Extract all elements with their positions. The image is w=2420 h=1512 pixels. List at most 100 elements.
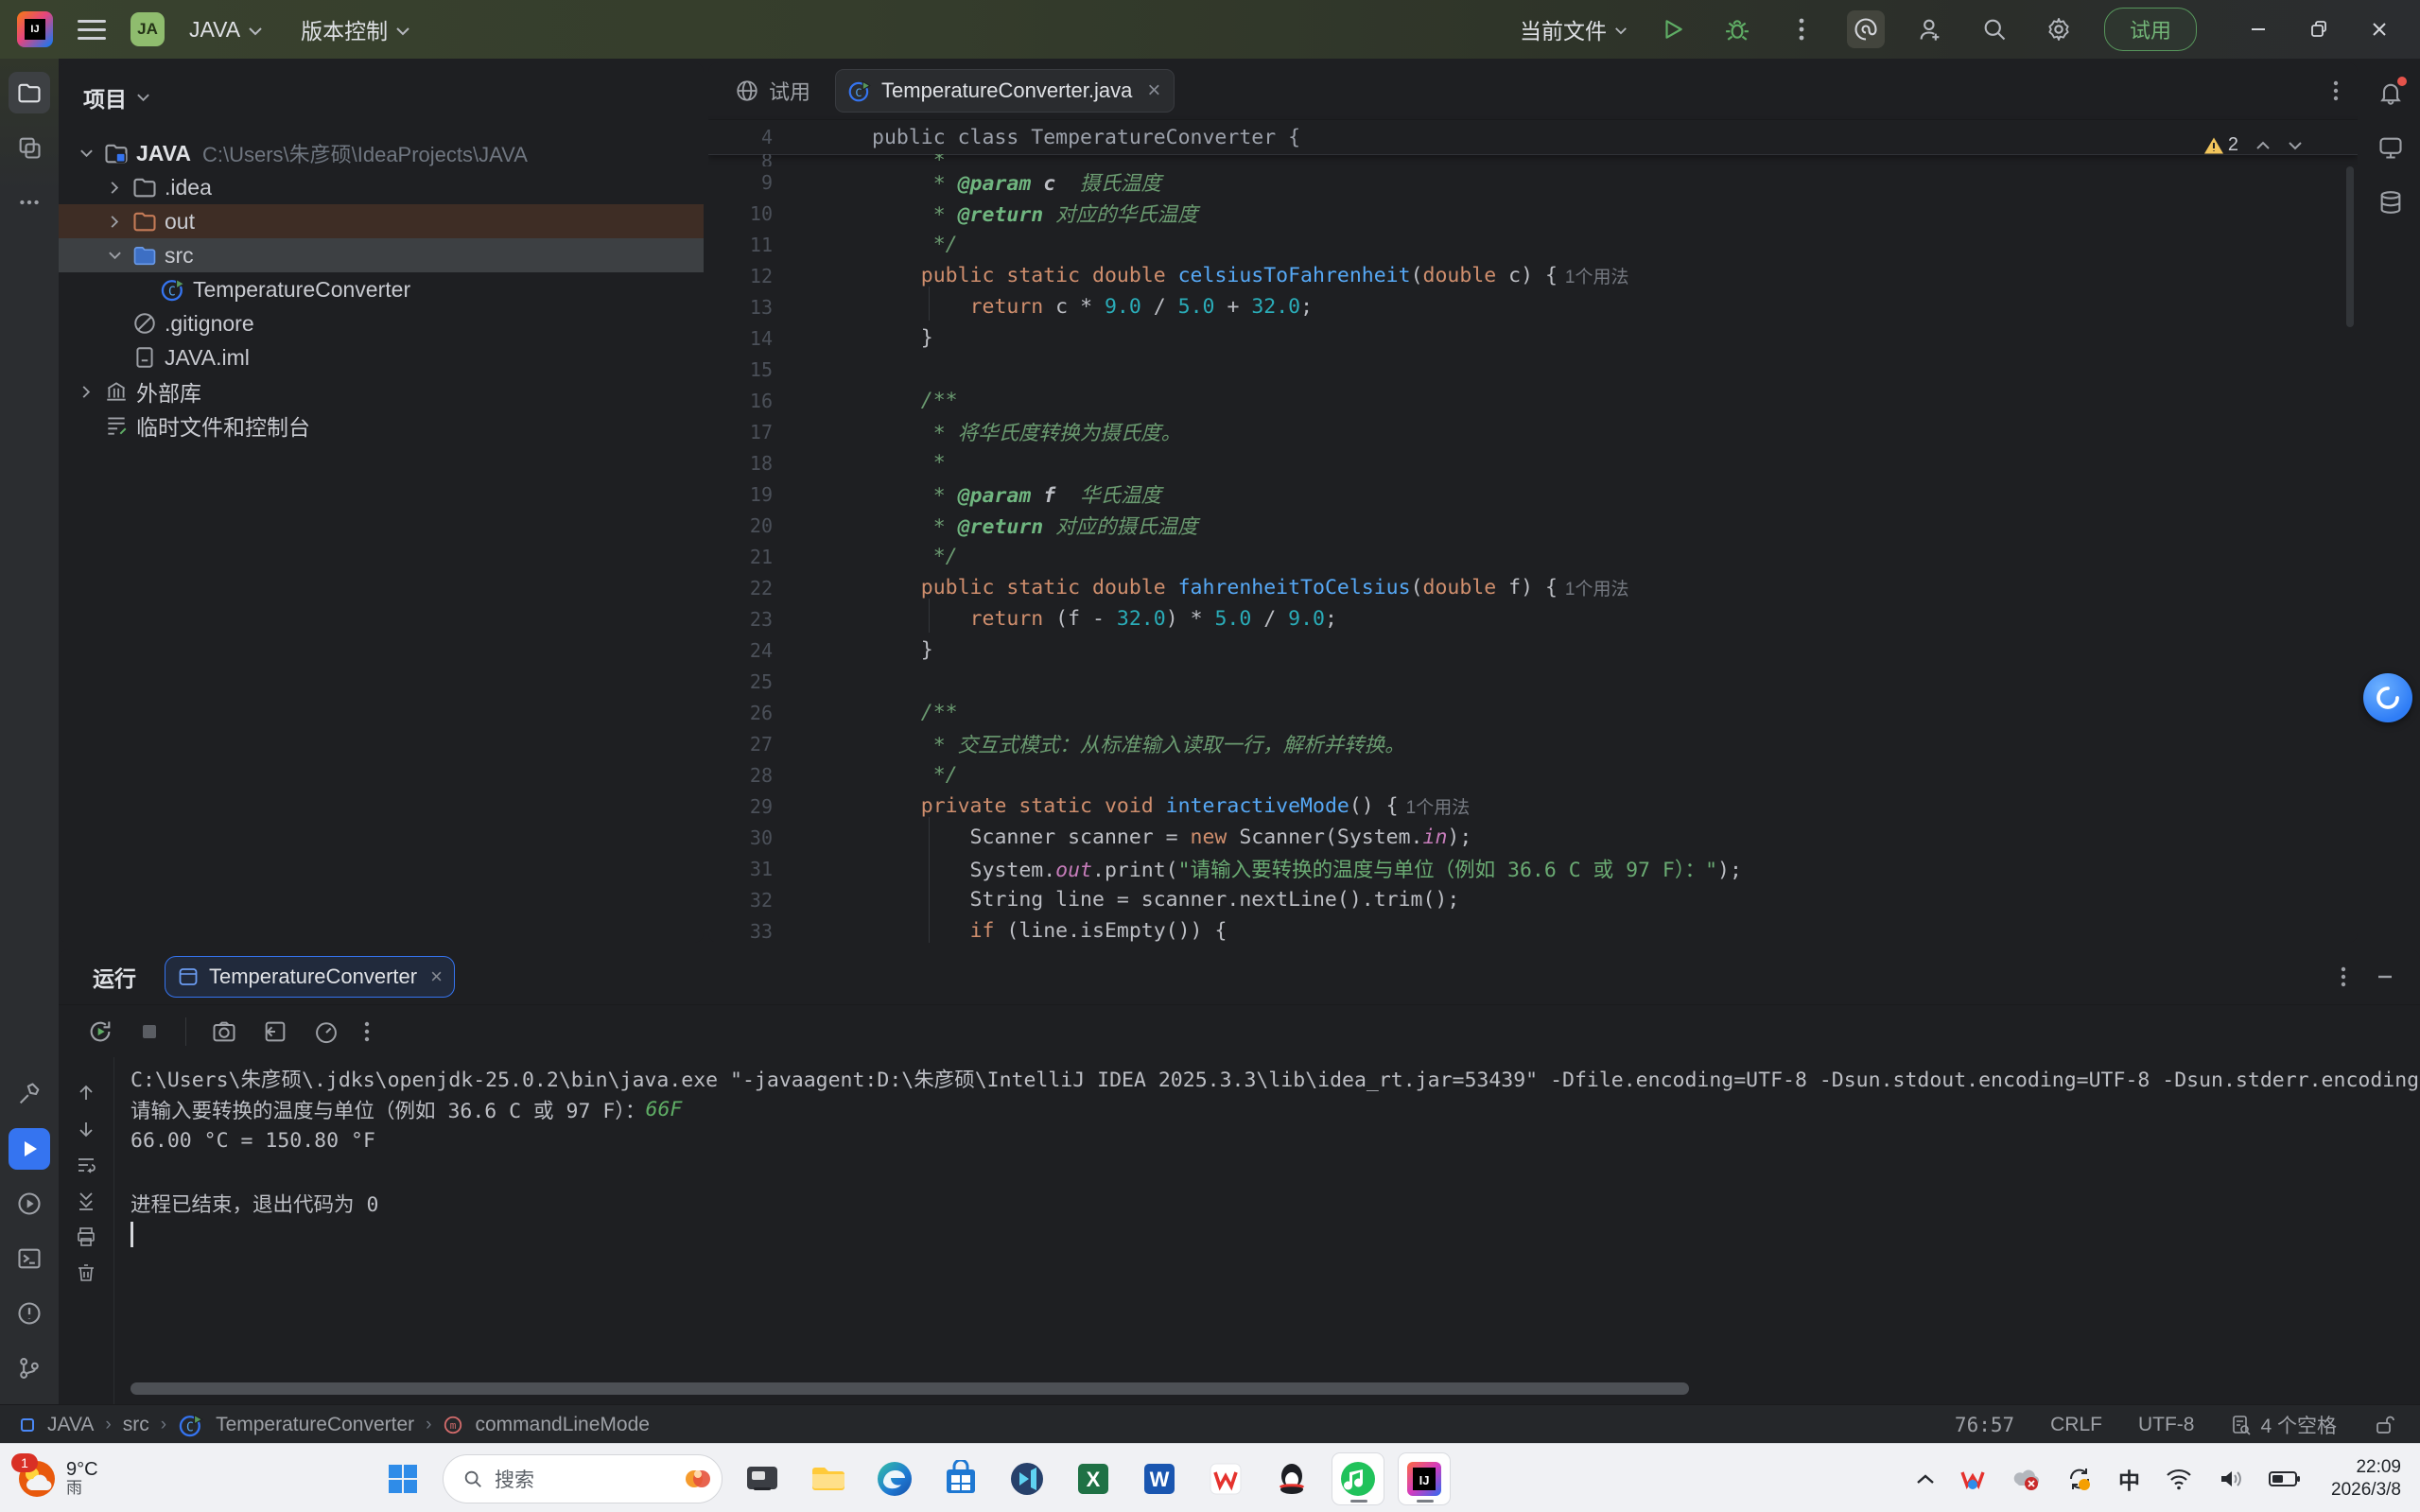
tree-item-java-iml[interactable]: JAVA.iml xyxy=(59,340,704,374)
start-button[interactable] xyxy=(376,1452,429,1505)
code-line[interactable]: 25 xyxy=(708,666,2358,697)
code-line[interactable]: 24 } xyxy=(708,634,2358,666)
tree-item-external-libs[interactable]: 外部库 xyxy=(59,374,704,408)
restore-layout-button[interactable] xyxy=(262,1018,288,1045)
taskbar-app-store[interactable] xyxy=(934,1452,987,1505)
taskbar-app-visual-studio[interactable] xyxy=(1001,1452,1053,1505)
console-output[interactable]: C:\Users\朱彦硕\.jdks\openjdk-25.0.2\bin\ja… xyxy=(131,1063,2420,1404)
taskbar-clock[interactable]: 22:09 2026/3/8 xyxy=(2325,1456,2401,1502)
tree-item-gitignore[interactable]: .gitignore xyxy=(59,306,704,340)
tray-cloud-error-icon[interactable] xyxy=(2011,1467,2041,1491)
profiler-gauge-button[interactable] xyxy=(313,1018,339,1045)
usage-hint[interactable]: 1个用法 xyxy=(1558,575,1629,600)
project-tool-button[interactable] xyxy=(9,72,50,113)
code-line[interactable]: 26 /** xyxy=(708,697,2358,728)
build-tool-button[interactable] xyxy=(9,1073,50,1115)
breadcrumb-item[interactable]: TemperatureConverter xyxy=(216,1414,414,1436)
add-user-button[interactable] xyxy=(1911,10,1949,48)
taskbar-app-qq[interactable] xyxy=(1265,1452,1318,1505)
run-button[interactable] xyxy=(1654,10,1692,48)
run-tab-temperatureconverter[interactable]: TemperatureConverter × xyxy=(165,956,455,998)
caret-position-widget[interactable]: 76:57 xyxy=(1955,1414,2014,1436)
editor-tab-temperatureconverter[interactable]: C TemperatureConverter.java × xyxy=(835,69,1175,113)
code-line[interactable]: 8 * xyxy=(708,154,2358,166)
taskbar-app-edge[interactable] xyxy=(868,1452,921,1505)
version-control-tool-button[interactable] xyxy=(9,1347,50,1389)
editor-options-kebab[interactable] xyxy=(2333,79,2358,102)
print-button[interactable] xyxy=(75,1225,97,1248)
code-line[interactable]: 14 } xyxy=(708,322,2358,354)
usage-hint[interactable]: 1个用法 xyxy=(1399,793,1471,819)
tab-close-icon[interactable]: × xyxy=(1141,78,1160,104)
clear-console-button[interactable] xyxy=(75,1261,97,1284)
code-editor-area[interactable]: 8 *9 * @param c 摄氏温度10 * @return 对应的华氏温度… xyxy=(708,154,2358,943)
search-everywhere-button[interactable] xyxy=(1976,10,2013,48)
screenshot-button[interactable] xyxy=(211,1018,237,1045)
line-ending-widget[interactable]: CRLF xyxy=(2050,1414,2102,1436)
services-tool-button[interactable] xyxy=(9,1183,50,1225)
taskbar-app-qq-music[interactable] xyxy=(1332,1452,1384,1505)
code-line[interactable]: 28 */ xyxy=(708,759,2358,791)
project-switcher[interactable]: JAVA xyxy=(189,17,263,43)
ai-assistant-button[interactable] xyxy=(1847,10,1885,48)
ai-chat-tool-button[interactable] xyxy=(2370,127,2411,168)
usage-hint[interactable]: 1个用法 xyxy=(1558,263,1629,288)
debug-button[interactable] xyxy=(1718,10,1756,48)
encoding-widget[interactable]: UTF-8 xyxy=(2138,1414,2195,1436)
code-line[interactable]: 33 if (line.isEmpty()) { xyxy=(708,915,2358,943)
code-line[interactable]: 27 * 交互式模式：从标准输入读取一行，解析并转换。 xyxy=(708,728,2358,759)
code-line[interactable]: 19 * @param f 华氏温度 xyxy=(708,478,2358,510)
soft-wrap-button[interactable] xyxy=(75,1154,97,1176)
scroll-down-button[interactable] xyxy=(75,1118,97,1140)
scroll-up-button[interactable] xyxy=(75,1082,97,1104)
code-line[interactable]: 12 public static double celsiusToFahrenh… xyxy=(708,260,2358,291)
tree-chevron-down-icon[interactable] xyxy=(72,148,100,158)
run-tool-button[interactable] xyxy=(9,1128,50,1170)
tree-chevron-right-icon[interactable] xyxy=(100,181,129,195)
wifi-icon[interactable] xyxy=(2165,1468,2193,1490)
scroll-to-end-button[interactable] xyxy=(75,1190,97,1212)
tree-chevron-down-icon[interactable] xyxy=(100,251,129,260)
taskbar-search-input[interactable]: 搜索 xyxy=(443,1454,723,1503)
next-problem-chevron-icon[interactable] xyxy=(2288,141,2303,150)
breadcrumb-item[interactable]: JAVA xyxy=(47,1414,94,1436)
tree-item-src[interactable]: src xyxy=(59,238,704,272)
tree-item-temperatureconverter[interactable]: CTemperatureConverter xyxy=(59,272,704,306)
code-line[interactable]: 15 xyxy=(708,354,2358,385)
ai-floating-button[interactable] xyxy=(2363,673,2412,722)
indent-widget[interactable]: 4 个空格 xyxy=(2230,1411,2337,1439)
code-line[interactable]: 13 return c * 9.0 / 5.0 + 32.0; xyxy=(708,291,2358,322)
window-minimize-button[interactable] xyxy=(2248,19,2269,40)
trial-badge-button[interactable]: 试用 xyxy=(2104,8,2197,51)
chevron-down-icon[interactable] xyxy=(136,93,150,102)
tree-item-idea[interactable]: .idea xyxy=(59,170,704,204)
code-line[interactable]: 18 * xyxy=(708,447,2358,478)
taskbar-app-wps[interactable] xyxy=(1199,1452,1252,1505)
database-tool-button[interactable] xyxy=(2370,182,2411,223)
editor-zone-trial[interactable]: 试用 xyxy=(708,76,835,106)
ime-indicator[interactable]: 中 xyxy=(2118,1463,2140,1495)
taskbar-app-word[interactable]: W xyxy=(1133,1452,1186,1505)
code-line[interactable]: 16 /** xyxy=(708,385,2358,416)
code-line[interactable]: 22 public static double fahrenheitToCels… xyxy=(708,572,2358,603)
tray-chevron-up-icon[interactable] xyxy=(1916,1473,1935,1485)
tree-item-scratches[interactable]: 临时文件和控制台 xyxy=(59,408,704,443)
code-line[interactable]: 10 * @return 对应的华氏温度 xyxy=(708,198,2358,229)
stop-button[interactable] xyxy=(138,1020,161,1043)
tree-item-java-root[interactable]: JAVAC:\Users\朱彦硕\IdeaProjects\JAVA xyxy=(59,136,704,170)
project-avatar[interactable]: JA xyxy=(131,12,165,46)
tree-chevron-right-icon[interactable] xyxy=(100,215,129,229)
vcs-widget[interactable]: 版本控制 xyxy=(301,13,410,45)
terminal-tool-button[interactable] xyxy=(9,1238,50,1279)
editor-scrollbar[interactable] xyxy=(2346,166,2354,327)
run-configuration-selector[interactable]: 当前文件 xyxy=(1520,13,1628,45)
tree-chevron-right-icon[interactable] xyxy=(72,385,100,399)
taskbar-app-file-explorer[interactable] xyxy=(802,1452,855,1505)
code-line[interactable]: 17 * 将华氏度转换为摄氏度。 xyxy=(708,416,2358,447)
window-close-button[interactable] xyxy=(2369,19,2390,40)
problems-tool-button[interactable] xyxy=(9,1293,50,1334)
notifications-bell-button[interactable] xyxy=(2370,72,2411,113)
more-actions-kebab[interactable] xyxy=(1783,10,1820,48)
breadcrumb-item[interactable]: commandLineMode xyxy=(475,1414,649,1436)
code-line[interactable]: 30 Scanner scanner = new Scanner(System.… xyxy=(708,822,2358,853)
